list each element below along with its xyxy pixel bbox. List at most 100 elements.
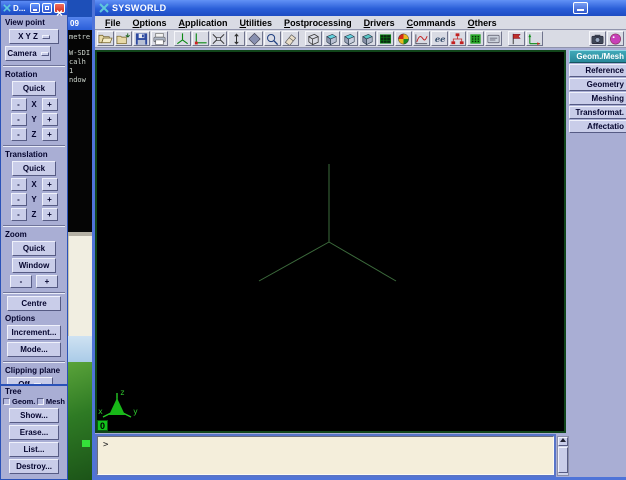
rotate-x-minus-button[interactable]: - (11, 98, 27, 111)
open-icon[interactable] (97, 31, 114, 46)
pan-icon[interactable] (246, 31, 263, 46)
mesh-checkbox-label: Mesh (46, 397, 65, 406)
panel-button-reference[interactable]: Reference (569, 64, 626, 77)
save-icon[interactable] (133, 31, 150, 46)
camera-button[interactable]: Camera (5, 46, 51, 61)
rotate-y-minus-button[interactable]: - (11, 113, 27, 126)
panel-button-affectation[interactable]: Affectatio (569, 120, 626, 133)
menu-drivers[interactable]: Drivers (358, 18, 401, 28)
rotate-z-minus-button[interactable]: - (11, 128, 27, 141)
menu-file[interactable]: File (99, 18, 127, 28)
translate-x-plus-button[interactable]: + (42, 178, 58, 191)
clipping-plane-label: Clipping plane (5, 366, 67, 375)
zoom-window-button[interactable]: Window (12, 258, 56, 273)
corner-axes-icon[interactable] (192, 31, 209, 46)
checkbox-icon (3, 398, 10, 405)
x11-logo-icon (99, 3, 109, 13)
axis-label: Z (31, 210, 38, 219)
minimize-button[interactable] (573, 2, 588, 14)
flag-icon[interactable] (508, 31, 525, 46)
xyz-viewpoint-button[interactable]: X Y Z (9, 29, 59, 44)
mesh-checkbox[interactable]: Mesh (37, 397, 65, 406)
zoom-vertical-icon[interactable] (228, 31, 245, 46)
axis-marker-icon[interactable] (526, 31, 543, 46)
command-scrollbar[interactable] (557, 436, 569, 476)
menu-commands[interactable]: Commands (401, 18, 462, 28)
rotation-quick-button[interactable]: Quick (12, 81, 56, 96)
mode-button[interactable]: Mode... (7, 342, 61, 357)
tree-erase-button[interactable]: Erase... (9, 425, 59, 440)
wireframe-box-icon[interactable] (305, 31, 322, 46)
graphics-viewport[interactable]: x y z 0 (95, 50, 566, 433)
translate-z-plus-button[interactable]: + (42, 208, 58, 221)
scroll-thumb[interactable] (558, 447, 568, 473)
panel-button-geom-mesh[interactable]: Geom./Mesh (569, 50, 626, 63)
desktop-wallpaper-grass (68, 362, 92, 480)
scroll-up-icon[interactable] (558, 437, 568, 446)
solid-box-icon[interactable] (359, 31, 376, 46)
titlebar[interactable]: SYSWORLD (95, 0, 626, 16)
panel-button-geometry[interactable]: Geometry (569, 78, 626, 91)
menu-utilities[interactable]: Utilities (234, 18, 279, 28)
dark-grid-box-icon[interactable] (377, 31, 394, 46)
mesh-grid-icon[interactable] (467, 31, 484, 46)
translation-y-row: - Y + (1, 193, 67, 206)
background-console-titlebar: 09 (68, 17, 92, 30)
camera-button-label: Camera (7, 49, 36, 58)
solid-box-icon[interactable] (323, 31, 340, 46)
translate-y-minus-button[interactable]: - (11, 193, 27, 206)
background-window-edge (68, 0, 92, 17)
increment-button[interactable]: Increment... (7, 325, 61, 340)
palette-icon[interactable] (607, 31, 624, 46)
translate-z-minus-button[interactable]: - (11, 208, 27, 221)
geom-checkbox[interactable]: Geom. (3, 397, 35, 406)
minimize-button[interactable] (30, 3, 40, 13)
console-line: metre (69, 33, 92, 42)
tree-show-button[interactable]: Show... (9, 408, 59, 423)
menu-postprocessing[interactable]: Postprocessing (278, 18, 358, 28)
erase-icon[interactable] (282, 31, 299, 46)
rotate-x-plus-button[interactable]: + (42, 98, 58, 111)
view-point-label: View point (5, 18, 67, 27)
close-button[interactable] (54, 3, 65, 13)
separator (3, 65, 65, 67)
command-input[interactable]: > (97, 436, 554, 475)
fit-view-icon[interactable] (210, 31, 227, 46)
import-icon[interactable] (115, 31, 132, 46)
dialog-titlebar[interactable]: D... (1, 1, 67, 15)
material-sphere-icon[interactable] (395, 31, 412, 46)
checkbox-icon (37, 398, 44, 405)
maximize-button[interactable] (42, 3, 52, 13)
rotate-z-plus-button[interactable]: + (42, 128, 58, 141)
triad-z-label: z (120, 388, 125, 397)
translate-x-minus-button[interactable]: - (11, 178, 27, 191)
rotate-y-plus-button[interactable]: + (42, 113, 58, 126)
axes-icon[interactable] (174, 31, 191, 46)
menu-application[interactable]: Application (173, 18, 234, 28)
snapshot-icon[interactable] (589, 31, 606, 46)
right-panel: Geom./Mesh Reference Geometry Meshing Tr… (569, 50, 626, 134)
tree-destroy-button[interactable]: Destroy... (9, 459, 59, 474)
clipping-plane-toggle[interactable]: Off (7, 377, 53, 385)
solid-box-icon[interactable] (341, 31, 358, 46)
rotation-label: Rotation (5, 70, 67, 79)
separator (3, 292, 65, 294)
panel-button-transformation[interactable]: Transformat. (569, 106, 626, 119)
print-icon[interactable] (151, 31, 168, 46)
translate-y-plus-button[interactable]: + (42, 193, 58, 206)
zoom-out-button[interactable]: - (10, 275, 32, 288)
translation-quick-button[interactable]: Quick (12, 161, 56, 176)
zoom-quick-button[interactable]: Quick (12, 241, 56, 256)
menu-options[interactable]: Options (127, 18, 173, 28)
centre-button[interactable]: Centre (7, 296, 61, 311)
hierarchy-tree-icon[interactable] (449, 31, 466, 46)
panel-button-meshing[interactable]: Meshing (569, 92, 626, 105)
menu-others[interactable]: Others (462, 18, 503, 28)
info-panel-icon[interactable] (485, 31, 502, 46)
curve-plot-icon[interactable] (413, 31, 430, 46)
desktop-highlight (82, 440, 90, 447)
zoom-icon[interactable] (264, 31, 281, 46)
tree-list-button[interactable]: List... (9, 442, 59, 457)
zoom-in-button[interactable]: + (36, 275, 58, 288)
display-text-icon[interactable]: ee (431, 31, 448, 46)
